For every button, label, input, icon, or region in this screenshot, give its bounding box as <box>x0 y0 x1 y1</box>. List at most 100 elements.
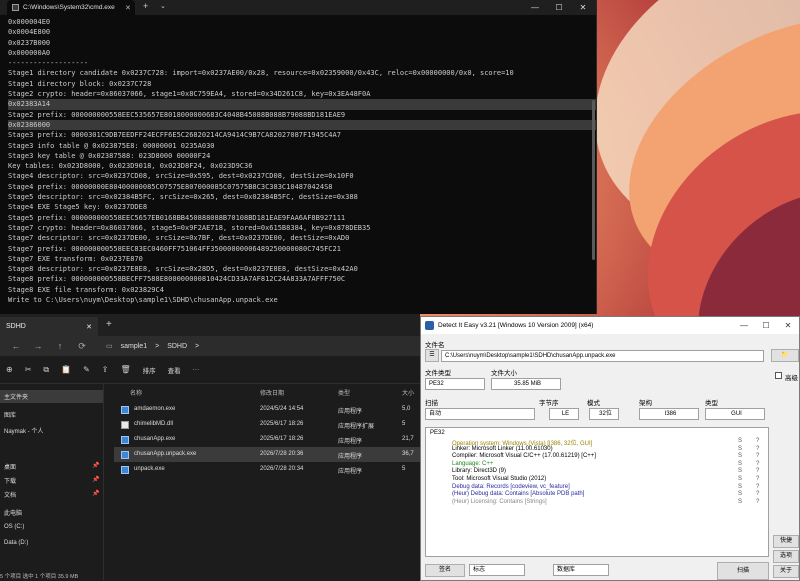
new-tab-button[interactable]: + <box>106 319 112 330</box>
type-label: 类型 <box>705 400 718 407</box>
sidebar-item[interactable]: Naymak - 个人 <box>0 426 43 435</box>
detection-item[interactable]: Linker: Microsoft Linker (11.00.61030) <box>452 446 553 452</box>
forward-arrow-icon[interactable]: → <box>32 341 44 351</box>
breadcrumb-separator: > <box>195 342 200 350</box>
rename-icon[interactable]: ✎ <box>83 365 90 374</box>
signature-link[interactable]: S <box>738 453 742 459</box>
sidebar-item[interactable]: OS (C:) <box>0 524 24 530</box>
console-scrollbar[interactable] <box>592 100 595 260</box>
detection-item[interactable]: Compiler: Microsoft Visual C/C++ (17.00.… <box>452 453 596 459</box>
scan-select[interactable]: 自动 <box>425 408 535 420</box>
sidebar-item[interactable]: 此电脑 <box>0 508 22 517</box>
signature-link[interactable]: S <box>738 484 742 490</box>
detection-item[interactable]: Language: C++ <box>452 461 493 467</box>
info-link[interactable]: ? <box>756 461 759 467</box>
cut-icon[interactable]: ✂ <box>25 365 32 374</box>
paste-icon[interactable]: 📋 <box>61 365 71 374</box>
maximize-button[interactable]: ☐ <box>755 317 777 334</box>
folder-icon[interactable]: 📁 <box>771 349 799 362</box>
sidebar-item[interactable]: 下载 <box>0 476 16 485</box>
back-arrow-icon[interactable]: ← <box>10 341 22 351</box>
close-button[interactable]: ✕ <box>571 0 595 15</box>
file-row[interactable]: chimelibMD.dll 2025/6/17 18:26 应用程序扩展 5 <box>114 417 420 432</box>
info-link[interactable]: ? <box>756 453 759 459</box>
sidebar-item[interactable]: Data (D:) <box>0 540 28 546</box>
file-row[interactable]: amdaemon.exe 2024/5/24 14:54 应用程序 5,0 <box>114 402 420 417</box>
scan-button[interactable]: 扫描 <box>717 562 769 580</box>
signature-link[interactable]: S <box>738 446 742 452</box>
signature-link[interactable]: S <box>738 438 742 444</box>
cmd-tab[interactable]: C:\Windows\System32\cmd.exe ✕ <box>7 0 135 15</box>
detection-tree[interactable]: PE32 Operation system: Windows (Vista) [… <box>425 427 769 557</box>
signature-link[interactable]: S <box>738 476 742 482</box>
info-link[interactable]: ? <box>756 484 759 490</box>
column-header-type[interactable]: 类型 <box>338 388 350 397</box>
signature-link[interactable]: S <box>738 461 742 467</box>
file-date: 2024/5/24 14:54 <box>260 406 304 412</box>
up-arrow-icon[interactable]: ↑ <box>54 341 66 351</box>
detection-item[interactable]: (Heur) Debug data: Contains [Absolute PD… <box>452 491 584 497</box>
detection-item[interactable]: Tool: Microsoft Visual Studio (2012) <box>452 476 546 482</box>
info-link[interactable]: ? <box>756 499 759 505</box>
share-icon[interactable]: ⇪ <box>102 365 109 374</box>
info-link[interactable]: ? <box>756 491 759 497</box>
new-item-icon[interactable]: ⊕ <box>6 365 13 374</box>
more-button[interactable]: ··· <box>193 366 200 373</box>
detection-item[interactable]: Debug data: Records [codeview, vc_featur… <box>452 484 570 490</box>
status-bar: 5 个项目 选中 1 个项目 35.9 MB <box>0 574 79 580</box>
info-link[interactable]: ? <box>756 476 759 482</box>
close-button[interactable]: ✕ <box>777 317 799 334</box>
detection-item[interactable]: (Heur) Licensing: Contains [Strings] <box>452 499 547 505</box>
signature-link[interactable]: S <box>738 468 742 474</box>
file-row[interactable]: chusanApp.unpack.exe 2026/7/28 20:36 应用程序 3… <box>114 447 420 462</box>
copy-icon[interactable]: ⧉ <box>43 365 49 375</box>
about-button[interactable]: 关于 <box>773 565 799 578</box>
console-line: Stage7 descriptor: src=0x0237DE00, srcSi… <box>8 234 350 243</box>
maximize-button[interactable]: ☐ <box>547 0 571 15</box>
minimize-button[interactable]: — <box>733 317 755 334</box>
options-button[interactable]: 选项 <box>773 550 799 563</box>
signature-link[interactable]: S <box>738 499 742 505</box>
sort-button[interactable]: 排序 <box>143 365 156 375</box>
minimize-button[interactable]: — <box>523 0 547 15</box>
view-button[interactable]: 查看 <box>168 365 181 375</box>
signature-button[interactable]: 签名 <box>425 564 465 577</box>
console-line: Stage8 descriptor: src=0x0237E8E8, srcSi… <box>8 265 358 274</box>
info-link[interactable]: ? <box>756 446 759 452</box>
refresh-icon[interactable]: ⟳ <box>76 341 88 352</box>
new-tab-button[interactable]: + <box>143 1 148 11</box>
file-row[interactable]: unpack.exe 2026/7/28 20:34 应用程序 5 <box>114 462 420 477</box>
exe-file-icon <box>121 451 129 459</box>
info-link[interactable]: ? <box>756 468 759 474</box>
breadcrumb-item-sample1[interactable]: sample1 <box>121 343 147 350</box>
console-line: 0x000004E0 <box>8 18 51 26</box>
sidebar-item[interactable]: 文档 <box>0 490 16 499</box>
flags-select[interactable]: 标志 <box>469 564 525 576</box>
sidebar-item[interactable]: 桌面 <box>0 462 16 471</box>
file-type-select[interactable]: PE32 <box>425 378 485 390</box>
tree-root-pe32[interactable]: PE32 <box>430 430 445 436</box>
console-line: ------------------- <box>8 59 89 68</box>
column-header-date[interactable]: 修改日期 <box>260 388 284 397</box>
database-select[interactable]: 数据库 <box>553 564 609 576</box>
sidebar-item[interactable]: 主文件夹 <box>0 390 103 403</box>
menu-icon[interactable]: ☰ <box>425 349 439 362</box>
shortcuts-button[interactable]: 快捷 <box>773 535 799 548</box>
column-header-size[interactable]: 大小 <box>402 388 414 397</box>
column-header-name[interactable]: 名称 <box>130 388 142 397</box>
sidebar-item[interactable]: 图库 <box>0 410 16 419</box>
detection-item[interactable]: Library: Direct3D (9) <box>452 468 506 474</box>
advanced-checkbox[interactable] <box>775 372 782 379</box>
signature-link[interactable]: S <box>738 491 742 497</box>
console-output[interactable]: 0x000004E0 0x0004E800 0x0237B000 0x000000A0… <box>0 15 596 305</box>
close-tab-icon[interactable]: ✕ <box>125 4 131 12</box>
file-path-field[interactable]: C:\Users\nuym\Desktop\sample1\SDHD\chusa… <box>441 350 764 362</box>
file-row[interactable]: chusanApp.exe 2025/6/17 18:26 应用程序 21,7 <box>114 432 420 447</box>
delete-icon[interactable]: 🗑 <box>121 365 131 374</box>
breadcrumb-item-sdhd[interactable]: SDHD <box>167 343 187 350</box>
close-tab-icon[interactable]: ✕ <box>86 323 92 331</box>
chevron-down-icon[interactable]: ⌄ <box>160 2 166 10</box>
file-size-field: 35.85 MiB <box>491 378 561 390</box>
info-link[interactable]: ? <box>756 438 759 444</box>
explorer-tab[interactable]: SDHD ✕ <box>0 317 98 336</box>
